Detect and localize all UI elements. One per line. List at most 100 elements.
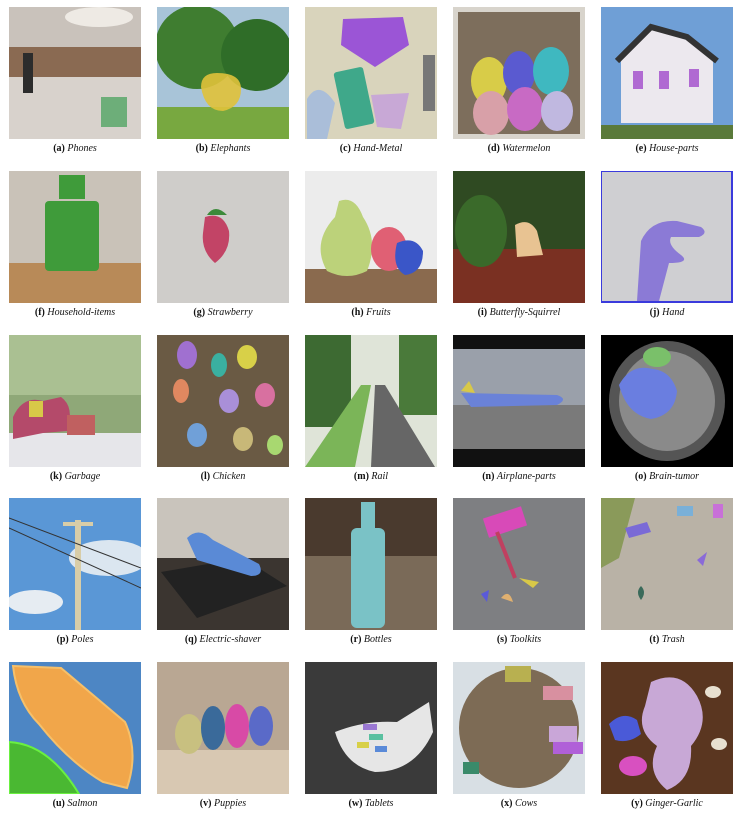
panel-letter: (m) bbox=[353, 471, 369, 482]
panel-letter: (w) bbox=[348, 798, 363, 809]
panel-caption: (y) Ginger-Garlic bbox=[593, 798, 741, 810]
metal-parts-image bbox=[305, 7, 437, 139]
panel-name: Hand-Metal bbox=[353, 143, 403, 154]
strawberry-image bbox=[157, 171, 289, 303]
panel-caption: (u) Salmon bbox=[1, 798, 149, 810]
panel-name: Puppies bbox=[213, 798, 247, 809]
panel-letter: (p) bbox=[56, 634, 69, 645]
panel-caption: (b) Elephants bbox=[149, 143, 297, 155]
panel-letter: (f) bbox=[34, 307, 45, 318]
rail-image bbox=[305, 335, 437, 467]
puppies-image bbox=[157, 662, 289, 794]
panel-letter: (x) bbox=[500, 798, 513, 809]
panel-name: Cows bbox=[514, 798, 538, 809]
fruits-image bbox=[305, 171, 437, 303]
panel-letter: (r) bbox=[350, 634, 362, 645]
panel-name: Household-items bbox=[47, 307, 116, 318]
panel-name: Elephants bbox=[210, 143, 251, 154]
panel-letter: (t) bbox=[649, 634, 660, 645]
panel-caption: (f) Household-items bbox=[1, 307, 149, 319]
hand-image bbox=[601, 171, 733, 303]
panel-letter: (k) bbox=[49, 471, 63, 482]
panel-caption: (v) Puppies bbox=[149, 798, 297, 810]
bottles-image bbox=[305, 498, 437, 630]
phones-store-image bbox=[9, 7, 141, 139]
panel-letter: (y) bbox=[631, 798, 643, 809]
figure-grid: (a) Phones (b) Elephants (c) Hand-Metal (d)… bbox=[0, 0, 742, 816]
panel-name: Rail bbox=[371, 471, 389, 482]
panel-name: Ginger-Garlic bbox=[645, 798, 703, 809]
panel-letter: (i) bbox=[477, 307, 488, 318]
panel-name: Garbage bbox=[64, 471, 101, 482]
panel-letter: (d) bbox=[487, 143, 500, 154]
watermelon-crate-image bbox=[453, 7, 585, 139]
panel-letter: (n) bbox=[482, 471, 495, 482]
panel-letter: (g) bbox=[193, 307, 206, 318]
panel-caption: (q) Electric-shaver bbox=[149, 634, 297, 646]
panel-letter: (s) bbox=[496, 634, 508, 645]
poles-image bbox=[9, 498, 141, 630]
panel-name: Chicken bbox=[212, 471, 246, 482]
panel-name: Poles bbox=[71, 634, 94, 645]
panel-letter: (e) bbox=[635, 143, 647, 154]
trees-image bbox=[157, 7, 289, 139]
trash-image bbox=[601, 498, 733, 630]
panel-caption: (x) Cows bbox=[445, 798, 593, 810]
ginger-image bbox=[601, 662, 733, 794]
panel-letter: (l) bbox=[200, 471, 211, 482]
panel-caption: (r) Bottles bbox=[297, 634, 445, 646]
shaver-image bbox=[157, 498, 289, 630]
panel-letter: (b) bbox=[195, 143, 208, 154]
panel-name: Electric-shaver bbox=[199, 634, 262, 645]
panel-letter: (h) bbox=[351, 307, 364, 318]
airplane-image bbox=[453, 335, 585, 467]
panel-caption: (m) Rail bbox=[297, 471, 445, 483]
panel-name: Salmon bbox=[67, 798, 98, 809]
toolkits-image bbox=[453, 498, 585, 630]
panel-name: Strawberry bbox=[207, 307, 253, 318]
panel-caption: (o) Brain-tumor bbox=[593, 471, 741, 483]
panel-name: Phones bbox=[67, 143, 97, 154]
brain-image bbox=[601, 335, 733, 467]
panel-name: Fruits bbox=[366, 307, 391, 318]
panel-caption: (a) Phones bbox=[1, 143, 149, 155]
panel-caption: (d) Watermelon bbox=[445, 143, 593, 155]
panel-caption: (h) Fruits bbox=[297, 307, 445, 319]
panel-caption: (g) Strawberry bbox=[149, 307, 297, 319]
panel-name: Bottles bbox=[363, 634, 392, 645]
panel-name: Hand bbox=[662, 307, 685, 318]
garbage-image bbox=[9, 335, 141, 467]
panel-name: Butterfly-Squirrel bbox=[489, 307, 561, 318]
panel-caption: (s) Toolkits bbox=[445, 634, 593, 646]
panel-letter: (a) bbox=[53, 143, 65, 154]
panel-name: Watermelon bbox=[502, 143, 551, 154]
house-image bbox=[601, 7, 733, 139]
bottle-image bbox=[9, 171, 141, 303]
panel-caption: (l) Chicken bbox=[149, 471, 297, 483]
panel-caption: (t) Trash bbox=[593, 634, 741, 646]
panel-caption: (n) Airplane-parts bbox=[445, 471, 593, 483]
tablets-image bbox=[305, 662, 437, 794]
panel-name: Toolkits bbox=[509, 634, 542, 645]
panel-caption: (k) Garbage bbox=[1, 471, 149, 483]
panel-caption: (w) Tablets bbox=[297, 798, 445, 810]
panel-letter: (v) bbox=[199, 798, 212, 809]
panel-letter: (o) bbox=[634, 471, 647, 482]
panel-caption: (p) Poles bbox=[1, 634, 149, 646]
panel-letter: (q) bbox=[184, 634, 198, 645]
cows-image bbox=[453, 662, 585, 794]
panel-caption: (j) Hand bbox=[593, 307, 741, 319]
panel-name: Airplane-parts bbox=[496, 471, 556, 482]
panel-name: Brain-tumor bbox=[649, 471, 700, 482]
panel-name: House-parts bbox=[649, 143, 699, 154]
panel-caption: (e) House-parts bbox=[593, 143, 741, 155]
panel-name: Trash bbox=[661, 634, 685, 645]
panel-letter: (c) bbox=[339, 143, 351, 154]
chicken-image bbox=[157, 335, 289, 467]
panel-letter: (j) bbox=[649, 307, 660, 318]
panel-name: Tablets bbox=[364, 798, 394, 809]
salmon-image bbox=[9, 662, 141, 794]
panel-caption: (c) Hand-Metal bbox=[297, 143, 445, 155]
panel-letter: (u) bbox=[52, 798, 65, 809]
squirrel-image bbox=[453, 171, 585, 303]
